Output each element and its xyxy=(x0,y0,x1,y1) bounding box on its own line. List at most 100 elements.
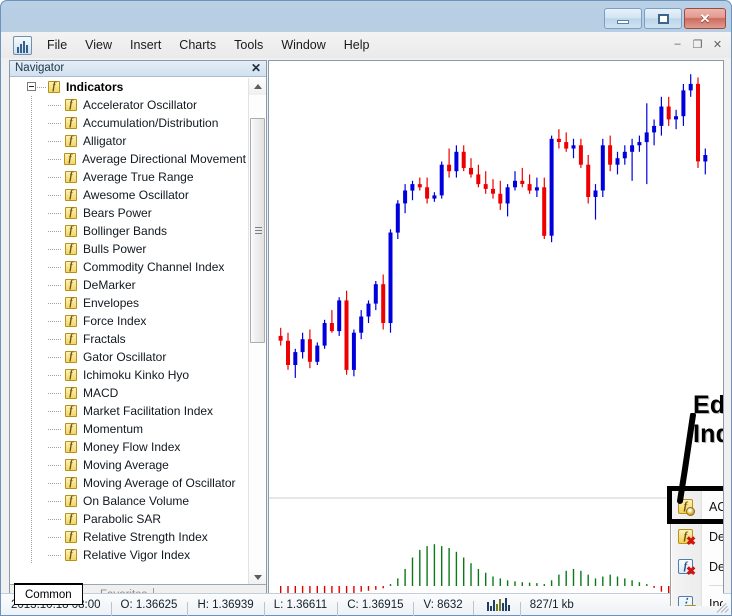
candle-body xyxy=(571,145,576,149)
tree-node-label: Alligator xyxy=(83,134,127,148)
context-menu-item[interactable]: ⋮fIndicators ListCtrl+I xyxy=(671,589,723,606)
tree-node-indicator[interactable]: f Bulls Power xyxy=(10,240,246,258)
tree-node-label: Commodity Channel Index xyxy=(83,260,225,274)
close-icon: ✕ xyxy=(699,11,711,26)
tree-guide xyxy=(31,420,32,438)
status-low: L: 1.36611 xyxy=(263,599,338,616)
tree-guide xyxy=(48,195,62,196)
scroll-up-button[interactable] xyxy=(249,78,266,95)
tree-node-indicators-root[interactable]: f Indicators xyxy=(10,78,246,96)
tree-guide xyxy=(31,168,32,186)
tree-node-indicator[interactable]: f DeMarker xyxy=(10,276,246,294)
tree-guide xyxy=(31,114,32,132)
tree-node-indicator[interactable]: f Average Directional Movement xyxy=(10,150,246,168)
tree-guide xyxy=(31,384,32,402)
window-maximize-button[interactable] xyxy=(644,8,682,29)
navigator-tree[interactable]: f Indicators f Accelerator Oscillator f Accum… xyxy=(10,78,266,586)
window-close-button[interactable]: ✕ xyxy=(684,8,726,29)
indicator-icon: f xyxy=(65,135,77,147)
candle-body xyxy=(469,167,473,175)
tree-node-indicator[interactable]: f Awesome Oscillator xyxy=(10,186,246,204)
tree-node-indicator[interactable]: f Accelerator Oscillator xyxy=(10,96,246,114)
tree-node-indicator[interactable]: f Parabolic SAR xyxy=(10,510,246,528)
candle-body xyxy=(286,340,290,365)
window-titlebar[interactable]: ✕ xyxy=(1,1,732,33)
tree-guide xyxy=(48,267,62,268)
mdi-restore-button[interactable]: ❐ xyxy=(688,35,707,53)
tree-guide xyxy=(31,258,32,276)
tree-node-indicator[interactable]: f Moving Average of Oscillator xyxy=(10,474,246,492)
candle-body xyxy=(513,180,517,188)
candle-body xyxy=(447,164,452,172)
indicator-icon: f xyxy=(65,315,77,327)
menu-help[interactable]: Help xyxy=(335,35,379,55)
menu-view[interactable]: View xyxy=(76,35,121,55)
indicator-icon: f xyxy=(65,279,77,291)
tree-guide xyxy=(31,150,32,168)
menu-window[interactable]: Window xyxy=(272,35,334,55)
scrollbar-thumb[interactable] xyxy=(250,118,265,343)
candle-body xyxy=(359,316,364,333)
candle-body xyxy=(366,303,371,317)
indicator-icon: f xyxy=(65,459,77,471)
tree-node-indicator[interactable]: f Envelopes xyxy=(10,294,246,312)
navigator-scrollbar[interactable] xyxy=(248,78,266,586)
candle-body xyxy=(307,339,312,362)
context-menu-item[interactable]: f✖ Delete Indicator Window xyxy=(671,552,723,582)
chart-window[interactable]: Edit Indicator fAO properties...f✖Delete… xyxy=(268,60,724,607)
mdi-close-button[interactable]: ✕ xyxy=(708,35,727,53)
tree-node-indicator[interactable]: f Market Facilitation Index xyxy=(10,402,246,420)
tree-node-indicator[interactable]: f Moving Average xyxy=(10,456,246,474)
tree-node-indicator[interactable]: f Force Index xyxy=(10,312,246,330)
tree-guide xyxy=(31,276,32,294)
indicator-icon: f xyxy=(65,243,77,255)
menu-insert[interactable]: Insert xyxy=(121,35,170,55)
collapse-toggle-icon[interactable] xyxy=(27,82,36,91)
status-connection[interactable] xyxy=(472,598,520,615)
menu-file[interactable]: File xyxy=(38,35,76,55)
tab-common[interactable]: Common xyxy=(14,583,83,605)
tree-node-label: Envelopes xyxy=(83,296,140,310)
tree-guide xyxy=(48,123,62,124)
tree-node-indicator[interactable]: f Ichimoku Kinko Hyo xyxy=(10,366,246,384)
tree-node-indicator[interactable]: f Commodity Channel Index xyxy=(10,258,246,276)
tree-node-indicator[interactable]: f Momentum xyxy=(10,420,246,438)
status-bar: 2013.10.18 08:00 O: 1.36625 H: 1.36939 L… xyxy=(1,593,731,616)
tree-guide xyxy=(31,474,32,492)
context-menu-item[interactable]: f✖ Delete Indicator xyxy=(671,522,723,552)
candle-body xyxy=(381,284,386,323)
tree-node-indicator[interactable]: f Relative Strength Index xyxy=(10,528,246,546)
candle-body xyxy=(520,180,525,184)
tree-node-indicator[interactable]: f Gator Oscillator xyxy=(10,348,246,366)
tree-node-indicator[interactable]: f Money Flow Index xyxy=(10,438,246,456)
tree-guide xyxy=(48,321,62,322)
delete-indicator-window-icon: f ✖ xyxy=(677,558,696,577)
tree-node-label: Fractals xyxy=(83,332,126,346)
tree-node-indicator[interactable]: f On Balance Volume xyxy=(10,492,246,510)
window-minimize-button[interactable] xyxy=(604,8,642,29)
tree-node-indicator[interactable]: f Average True Range xyxy=(10,168,246,186)
tree-node-indicator[interactable]: f Relative Vigor Index xyxy=(10,546,246,564)
tree-node-label: Indicators xyxy=(66,80,124,94)
tree-node-indicator[interactable]: f Alligator xyxy=(10,132,246,150)
tree-node-indicator[interactable]: f MACD xyxy=(10,384,246,402)
candle-body xyxy=(491,188,495,194)
tree-guide xyxy=(48,303,62,304)
tree-node-indicator[interactable]: f Bears Power xyxy=(10,204,246,222)
navigator-title: Navigator xyxy=(15,62,65,74)
tree-guide xyxy=(48,411,62,412)
mdi-minimize-button[interactable]: – xyxy=(668,35,687,53)
tree-node-indicator[interactable]: f Bollinger Bands xyxy=(10,222,246,240)
tree-node-label: Parabolic SAR xyxy=(83,512,162,526)
menu-tools[interactable]: Tools xyxy=(225,35,272,55)
menu-charts[interactable]: Charts xyxy=(170,35,225,55)
navigator-close-icon[interactable]: ✕ xyxy=(251,61,261,75)
tree-guide xyxy=(48,537,62,538)
candle-body xyxy=(439,164,444,196)
context-menu-item-label: Delete Indicator Window xyxy=(709,560,723,574)
tree-guide xyxy=(48,555,62,556)
tree-node-indicator[interactable]: f Accumulation/Distribution xyxy=(10,114,246,132)
indicator-context-menu[interactable]: fAO properties...f✖Delete Indicatorf✖Del… xyxy=(670,489,723,606)
tree-node-indicator[interactable]: f Fractals xyxy=(10,330,246,348)
tree-guide xyxy=(31,528,32,546)
